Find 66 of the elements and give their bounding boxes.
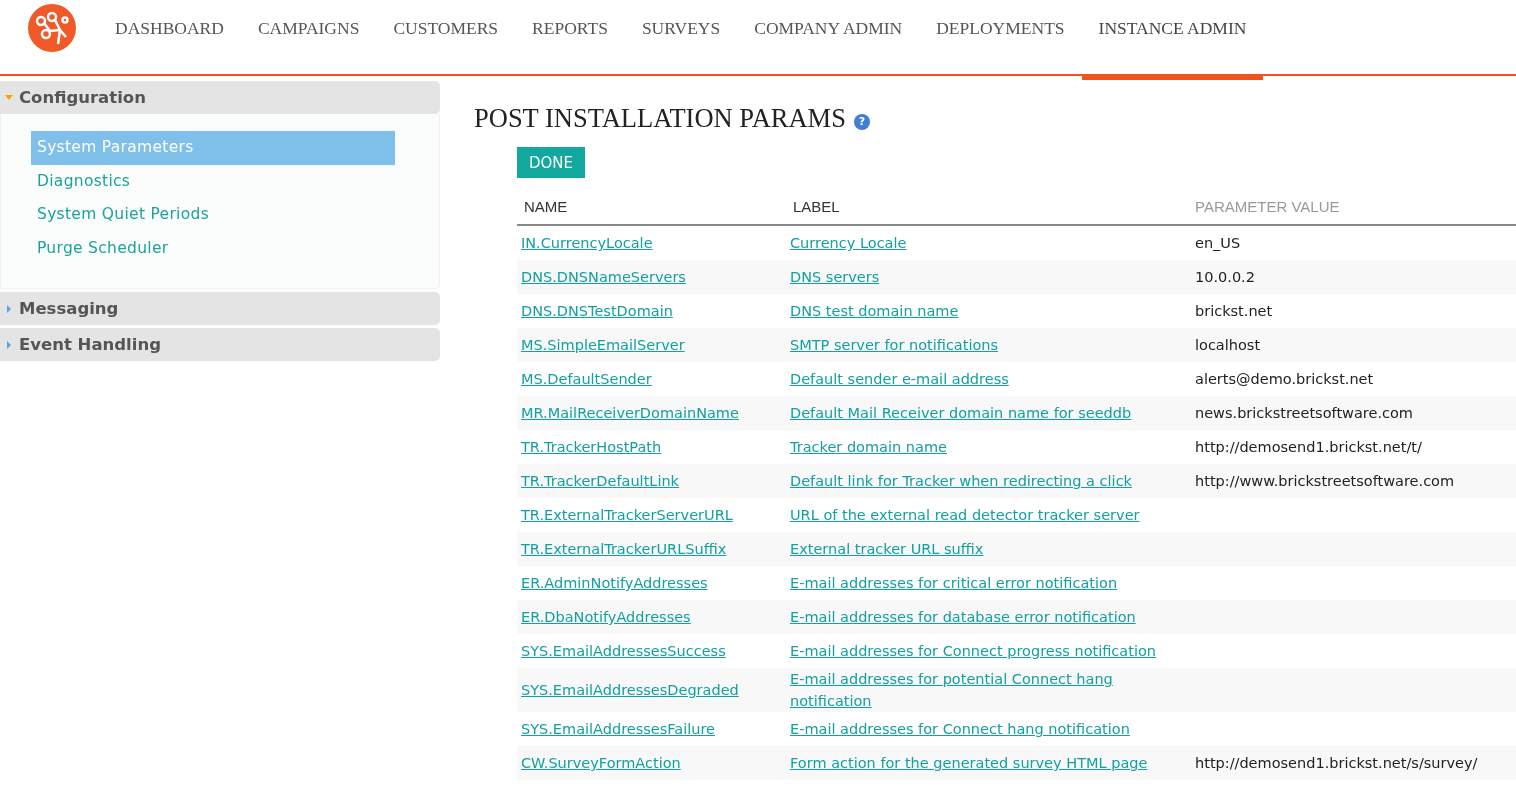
parameter-label-link[interactable]: E-mail addresses for critical error notification xyxy=(790,572,1118,594)
parameter-name-link[interactable]: TR.ExternalTrackerServerURL xyxy=(521,504,733,526)
sidebar-item[interactable]: System Quiet Periods xyxy=(31,198,395,232)
parameter-label-link[interactable]: DNS servers xyxy=(790,266,880,288)
nav-tab[interactable]: REPORTS xyxy=(515,0,625,80)
parameter-name-link[interactable]: SYS.EmailAddressesDegraded xyxy=(521,679,739,701)
page-title: POST INSTALLATION PARAMS xyxy=(474,103,846,134)
sidebar-item[interactable]: Purge Scheduler xyxy=(31,231,395,265)
nav-tab[interactable]: DEPLOYMENTS xyxy=(919,0,1082,80)
help-button[interactable]: ? xyxy=(853,113,870,130)
nav-tab[interactable]: DASHBOARD xyxy=(98,0,241,80)
parameter-value: localhost xyxy=(1194,337,1261,353)
parameter-value: en_US xyxy=(1194,235,1241,251)
parameter-label-link[interactable]: External tracker URL suffix xyxy=(790,538,984,560)
parameter-label-link[interactable]: E-mail addresses for Connect hang notification xyxy=(790,718,1130,740)
parameter-label-link[interactable]: Form action for the generated survey HTML page xyxy=(790,752,1148,774)
column-header: PARAMETER VALUE xyxy=(1188,190,1516,225)
parameter-value: 10.0.0.2 xyxy=(1194,269,1255,285)
parameter-name-link[interactable]: TR.ExternalTrackerURLSuffix xyxy=(521,538,727,560)
parameter-name-link[interactable]: SYS.EmailAddressesFailure xyxy=(521,718,716,740)
parameter-name-link[interactable]: SYS.EmailAddressesSuccess xyxy=(521,640,726,662)
parameter-value: news.brickstreetsoftware.com xyxy=(1194,405,1413,421)
accordion-header[interactable]: Messaging xyxy=(0,292,440,325)
sidebar-item[interactable]: Diagnostics xyxy=(31,164,395,198)
nav-tab[interactable]: INSTANCE ADMIN xyxy=(1081,0,1264,80)
parameter-label-link[interactable]: Default Mail Receiver domain name for seeddb xyxy=(790,402,1132,424)
parameter-label-link[interactable]: E-mail addresses for database error notification xyxy=(790,606,1136,628)
section-title: Event Handling xyxy=(19,335,161,354)
parameter-label-link[interactable]: Default link for Tracker when redirecting a click xyxy=(790,470,1133,492)
sidebar-item[interactable]: System Parameters xyxy=(31,131,395,165)
nav-tab[interactable]: CUSTOMERS xyxy=(376,0,516,80)
parameter-label-link[interactable]: Tracker domain name xyxy=(790,436,947,458)
section-title: Configuration xyxy=(19,88,146,107)
nav-tab[interactable]: SURVEYS xyxy=(624,0,738,80)
accordion-header[interactable]: Configuration xyxy=(0,81,440,114)
column-header: NAME xyxy=(517,190,786,225)
nav-tab[interactable]: COMPANY ADMIN xyxy=(737,0,920,80)
accordion-header[interactable]: Event Handling xyxy=(0,328,440,361)
parameter-name-link[interactable]: MS.SimpleEmailServer xyxy=(521,334,685,356)
parameter-name-link[interactable]: MR.MailReceiverDomainName xyxy=(521,402,739,424)
parameter-label-link[interactable]: E-mail addresses for potential Connect hang notification xyxy=(790,668,1184,712)
parameter-label-link[interactable]: URL of the external read detector tracker server xyxy=(790,504,1140,526)
parameter-label-link[interactable]: DNS test domain name xyxy=(790,300,959,322)
parameter-name-link[interactable]: ER.DbaNotifyAddresses xyxy=(521,606,691,628)
parameter-label-link[interactable]: E-mail addresses for Connect progress notification xyxy=(790,640,1156,662)
parameter-value: brickst.net xyxy=(1194,303,1273,319)
parameter-value: http://demosend1.brickst.net/s/survey/ xyxy=(1194,755,1478,771)
column-header: LABEL xyxy=(786,190,1188,225)
parameter-name-link[interactable]: TR.TrackerDefaultLink xyxy=(521,470,679,492)
parameter-name-link[interactable]: DNS.DNSTestDomain xyxy=(521,300,673,322)
parameter-value: alerts@demo.brickst.net xyxy=(1194,371,1374,387)
parameter-label-link[interactable]: Currency Locale xyxy=(790,232,907,254)
parameter-label-link[interactable]: Default sender e-mail address xyxy=(790,368,1009,390)
parameter-name-link[interactable]: ER.AdminNotifyAddresses xyxy=(521,572,708,594)
parameter-label-link[interactable]: SMTP server for notifications xyxy=(790,334,999,356)
section-title: Messaging xyxy=(19,299,119,318)
done-button[interactable]: DONE xyxy=(517,147,586,178)
logo-icon[interactable] xyxy=(28,4,76,52)
parameter-value: http://demosend1.brickst.net/t/ xyxy=(1194,439,1422,455)
parameter-name-link[interactable]: MS.DefaultSender xyxy=(521,368,652,390)
parameter-value: http://www.brickstreetsoftware.com xyxy=(1194,473,1455,489)
parameter-name-link[interactable]: TR.TrackerHostPath xyxy=(521,436,662,458)
parameter-name-link[interactable]: DNS.DNSNameServers xyxy=(521,266,686,288)
parameter-name-link[interactable]: CW.SurveyFormAction xyxy=(521,752,681,774)
parameter-name-link[interactable]: IN.CurrencyLocale xyxy=(521,232,653,254)
nav-tab[interactable]: CAMPAIGNS xyxy=(240,0,377,80)
